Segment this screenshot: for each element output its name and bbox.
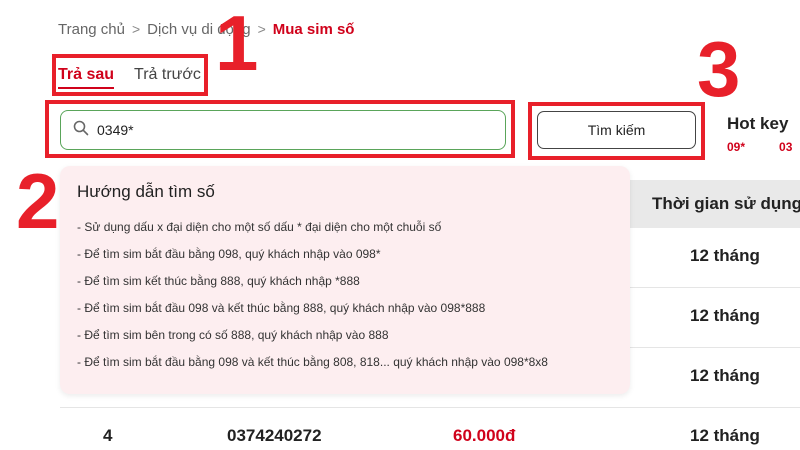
breadcrumb-separator-icon: > — [131, 21, 141, 37]
guide-title: Hướng dẫn tìm số — [77, 182, 215, 201]
row-index: 4 — [103, 426, 113, 445]
hotkey-item[interactable]: 09* — [727, 140, 745, 154]
annotation-number-1: 1 — [215, 0, 259, 87]
table-row[interactable]: 4 0374240272 60.000đ 12 tháng — [60, 408, 800, 450]
row-price: 60.000đ — [453, 426, 516, 445]
guide-item: - Để tìm sim bắt đầu 098 và kết thúc bằn… — [77, 301, 486, 315]
row-number: 0374240272 — [227, 426, 322, 445]
guide-item: - Sử dụng dấu x đại diện cho một số dấu … — [77, 220, 442, 234]
search-guide-popup: Hướng dẫn tìm số - Sử dụng dấu x đại diệ… — [60, 166, 630, 394]
hotkey-panel: Hot key 09* 03 — [727, 114, 800, 154]
guide-item: - Để tìm sim bên trong có số 888, quý kh… — [77, 328, 389, 342]
annotation-number-2: 2 — [16, 157, 60, 245]
guide-item: - Để tìm sim bắt đầu bằng 098, quý khách… — [77, 247, 381, 261]
guide-item: - Để tìm sim kết thúc bằng 888, quý khác… — [77, 274, 360, 288]
breadcrumb-current: Mua sim số — [272, 20, 355, 38]
row-duration: 12 tháng — [690, 246, 760, 265]
hotkey-item[interactable]: 03 — [779, 140, 792, 154]
breadcrumb-home[interactable]: Trang chủ — [58, 21, 125, 38]
row-duration: 12 tháng — [690, 426, 760, 445]
hotkey-title: Hot key — [727, 114, 789, 133]
guide-item: - Để tìm sim bắt đầu bằng 098 và kết thú… — [77, 355, 548, 369]
row-duration: 12 tháng — [690, 366, 760, 385]
row-duration: 12 tháng — [690, 306, 760, 325]
annotation-box-tabs — [52, 54, 208, 96]
breadcrumb: Trang chủ > Dịch vụ di động > Mua sim số — [58, 18, 354, 40]
breadcrumb-separator-icon: > — [257, 21, 266, 37]
annotation-box-button — [528, 102, 705, 160]
annotation-number-3: 3 — [697, 25, 741, 113]
column-header-duration: Thời gian sử dụng — [652, 194, 800, 213]
annotation-box-search — [45, 100, 515, 158]
